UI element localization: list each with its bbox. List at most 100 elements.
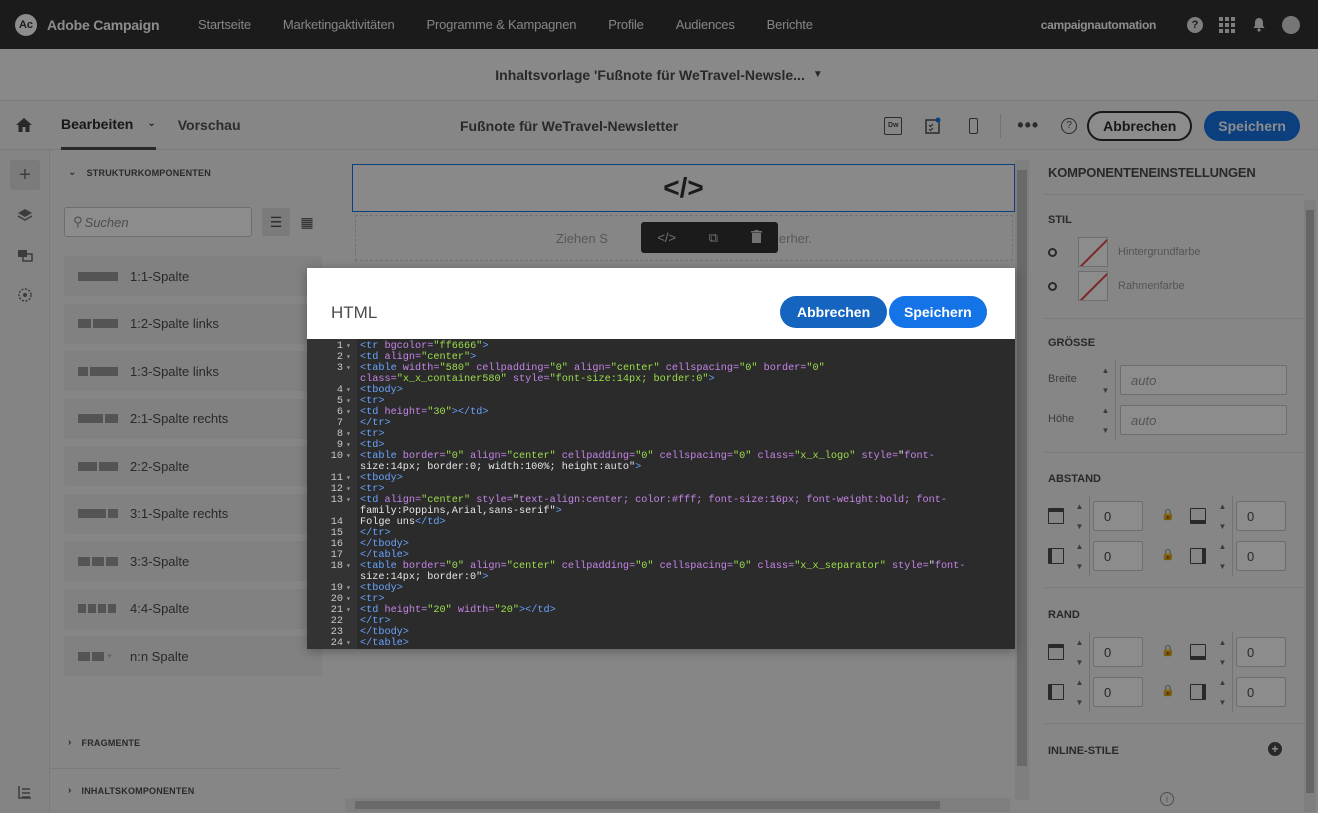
code-text: </table> — [360, 638, 409, 649]
fold-arrow-icon[interactable]: ▾ — [343, 451, 357, 462]
code-text: <table border="0" align="center" cellpad… — [360, 451, 935, 462]
code-line: 12 ▾ <tr> — [307, 484, 1015, 495]
fold-arrow-icon[interactable]: ▾ — [343, 440, 357, 451]
code-line: 16 </tbody> — [307, 539, 1015, 550]
code-text: <tbody> — [360, 583, 403, 594]
code-text: <tr> — [360, 429, 385, 440]
code-line: 22 </tr> — [307, 616, 1015, 627]
code-line: size:14px; border:0"> — [307, 572, 1015, 583]
code-line: 23 </tbody> — [307, 627, 1015, 638]
code-lines[interactable]: 1 ▾ <tr bgcolor="ff6666"> 2 ▾ <td align="cent… — [307, 341, 1015, 649]
fold-arrow-icon[interactable]: ▾ — [343, 594, 357, 605]
line-number: 9 — [336, 440, 343, 451]
fold-arrow-icon[interactable]: ▾ — [343, 638, 357, 649]
line-number: 3 — [336, 363, 343, 374]
code-text: <td> — [360, 440, 385, 451]
code-line: 4 ▾ <tbody> — [307, 385, 1015, 396]
fold-arrow-icon[interactable]: ▾ — [343, 583, 357, 594]
dialog-title: HTML — [331, 303, 378, 322]
code-line: 2 ▾ <td align="center"> — [307, 352, 1015, 363]
line-number: 8 — [336, 429, 343, 440]
code-line: 18 ▾ <table border="0" align="center" cell… — [307, 561, 1015, 572]
dialog-cancel-button[interactable]: Abbrechen — [780, 296, 888, 328]
code-text: size:14px; border:0"> — [360, 572, 489, 583]
line-number — [307, 572, 343, 583]
line-number — [307, 462, 343, 473]
code-line: 24 ▾ </table> — [307, 638, 1015, 649]
fold-arrow-icon[interactable]: ▾ — [343, 352, 357, 363]
code-text: <tbody> — [360, 473, 403, 484]
line-number: 21 — [330, 605, 343, 616]
fold-arrow-icon[interactable]: ▾ — [343, 407, 357, 418]
line-number: 17 — [330, 550, 343, 561]
line-number — [307, 374, 343, 385]
code-line: 8 ▾ <tr> — [307, 429, 1015, 440]
fold-arrow-icon[interactable]: ▾ — [343, 495, 357, 506]
code-text: <td height="30"></td> — [360, 407, 489, 418]
code-text: class="x_x_container580" style="font-siz… — [360, 374, 715, 385]
line-number: 6 — [336, 407, 343, 418]
code-line: 15 </tr> — [307, 528, 1015, 539]
line-number: 4 — [336, 385, 343, 396]
line-number: 1 — [336, 341, 343, 352]
code-line: 21 ▾ <td height="20" width="20"></td> — [307, 605, 1015, 616]
line-number: 19 — [330, 583, 343, 594]
code-text: <tr> — [360, 594, 385, 605]
fold-arrow-icon[interactable]: ▾ — [343, 385, 357, 396]
code-text: </table> — [360, 550, 409, 561]
code-text: </tr> — [360, 418, 391, 429]
fold-arrow-icon[interactable]: ▾ — [343, 473, 357, 484]
code-line: 1 ▾ <tr bgcolor="ff6666"> — [307, 341, 1015, 352]
code-text: <tr bgcolor="ff6666"> — [360, 341, 489, 352]
dialog-save-button[interactable]: Speichern — [889, 296, 987, 328]
fold-arrow-icon[interactable]: ▾ — [343, 341, 357, 352]
code-text: <td height="20" width="20"></td> — [360, 605, 556, 616]
line-number: 22 — [330, 616, 343, 627]
code-editor[interactable]: 1 ▾ <tr bgcolor="ff6666"> 2 ▾ <td align="cent… — [307, 339, 1015, 649]
code-text: </tbody> — [360, 539, 409, 550]
line-number: 15 — [330, 528, 343, 539]
fold-arrow-icon[interactable]: ▾ — [343, 484, 357, 495]
code-line: 19 ▾ <tbody> — [307, 583, 1015, 594]
code-text: <tr> — [360, 484, 385, 495]
code-line: 17 </table> — [307, 550, 1015, 561]
line-number: 14 — [330, 517, 343, 528]
code-line: 5 ▾ <tr> — [307, 396, 1015, 407]
line-number: 13 — [330, 495, 343, 506]
fold-arrow-icon[interactable]: ▾ — [343, 363, 357, 374]
line-number: 16 — [330, 539, 343, 550]
code-line: size:14px; border:0; width:100%; height:… — [307, 462, 1015, 473]
code-line: 7 </tr> — [307, 418, 1015, 429]
html-editor-dialog: HTML Abbrechen Speichern 1 ▾ <tr bgcolor="… — [307, 268, 1015, 649]
code-line: 11 ▾ <tbody> — [307, 473, 1015, 484]
line-number: 7 — [336, 418, 343, 429]
code-line: 20 ▾ <tr> — [307, 594, 1015, 605]
line-number: 18 — [330, 561, 343, 572]
fold-arrow-icon[interactable]: ▾ — [343, 396, 357, 407]
line-number: 24 — [330, 638, 343, 649]
code-line: 9 ▾ <td> — [307, 440, 1015, 451]
code-text: </tbody> — [360, 627, 409, 638]
fold-arrow-icon[interactable]: ▾ — [343, 429, 357, 440]
fold-arrow-icon[interactable]: ▾ — [343, 605, 357, 616]
code-line: family:Poppins,Arial,sans-serif"> — [307, 506, 1015, 517]
code-text: <table width="580" cellpadding="0" align… — [360, 363, 825, 374]
code-line: class="x_x_container580" style="font-siz… — [307, 374, 1015, 385]
fold-arrow-icon[interactable]: ▾ — [343, 561, 357, 572]
line-number — [307, 506, 343, 517]
code-line: 6 ▾ <td height="30"></td> — [307, 407, 1015, 418]
line-number: 5 — [336, 396, 343, 407]
code-text: Folge uns</td> — [360, 517, 446, 528]
code-line: 10 ▾ <table border="0" align="center" cell… — [307, 451, 1015, 462]
code-text: family:Poppins,Arial,sans-serif"> — [360, 506, 562, 517]
